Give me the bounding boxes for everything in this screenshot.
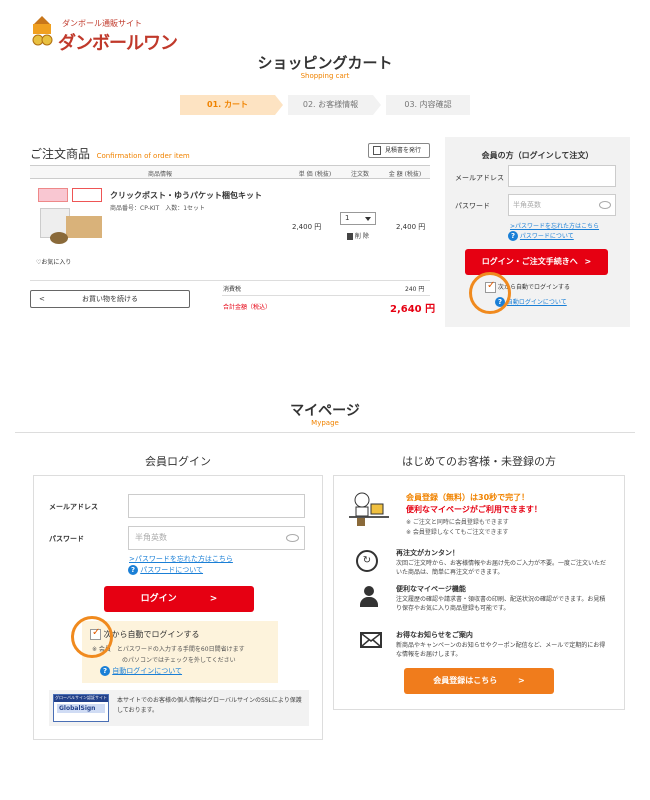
chevron-right-icon: > xyxy=(209,594,218,604)
email-label: メールアドレス xyxy=(49,503,98,511)
step-arrow-1 xyxy=(275,95,283,115)
password-field[interactable]: 半角英数 xyxy=(128,526,305,550)
password-label: パスワード xyxy=(455,202,490,210)
register-button[interactable]: 会員登録はこちら > xyxy=(404,668,554,694)
favorite-button[interactable]: ♡お気に入り xyxy=(36,257,71,266)
register-panel: 会員登録（無料）は30秒で完了！ 便利なマイページがご利用できます！ ※ ご注文… xyxy=(333,475,625,710)
globalsign-logo-text: GlobalSign xyxy=(57,704,105,713)
cart-title: ショッピングカート xyxy=(257,54,393,72)
mail-icon xyxy=(360,632,382,648)
total-value: 2,640 円 xyxy=(390,304,436,315)
eye-icon[interactable] xyxy=(286,534,299,542)
header-qty: 注文数 xyxy=(350,171,369,178)
question-icon: ? xyxy=(508,231,518,241)
chevron-right-icon: > xyxy=(518,676,525,685)
login-checkout-button[interactable]: ログイン・ご注文手続きへ > xyxy=(465,249,608,275)
globalsign-badge-title: グローバルサイン認証サイト xyxy=(54,695,108,702)
tax-value: 240 円 xyxy=(405,286,425,293)
register-headline-2: 便利なマイページがご利用できます！ xyxy=(406,505,542,514)
header-unit-price: 単 価 (税抜) xyxy=(298,171,332,178)
mypage-subtitle: Mypage xyxy=(311,419,339,427)
item-amount: 2,400 円 xyxy=(396,223,426,231)
chevron-right-icon: > xyxy=(584,257,592,266)
globalsign-badge[interactable]: グローバルサイン認証サイト GlobalSign xyxy=(53,694,109,722)
mypage-title: マイページ xyxy=(290,403,360,419)
forgot-password-link[interactable]: >パスワードを忘れた方はこちら xyxy=(510,221,599,230)
reorder-icon: ↻ xyxy=(356,550,378,572)
feature-3-text: 新商品やキャンペーンのお知らせやクーポン配信など、メールで定期的にお得な情報をお… xyxy=(396,642,606,658)
password-field[interactable]: 半角英数 xyxy=(508,194,616,216)
member-login-panel: メールアドレス パスワード 半角英数 >パスワードを忘れた方はこちら ? パスワ… xyxy=(33,475,323,740)
header-amount: 金 額 (税抜) xyxy=(388,171,422,178)
email-field[interactable] xyxy=(508,165,616,187)
register-bullet-1: ※ ご注文と同時に会員登録もできます xyxy=(406,519,509,526)
feature-1-title: 再注文がカンタン！ xyxy=(396,549,459,557)
cart-item-row: クリックポスト・ゆうパケット梱包キット 商品番号：CP-KIT 入数：1セット … xyxy=(30,180,430,270)
auto-login-note-2: のパソコンではチェックを外してください xyxy=(122,657,236,664)
password-help-link[interactable]: ? パスワードについて xyxy=(508,231,574,241)
logo-name: ダンボールワン xyxy=(58,33,178,54)
quantity-select[interactable]: 1 xyxy=(340,212,376,225)
feature-1-text: 次回ご注文時から、お客様情報やお届け先のご入力が不要。一度ご注文いただいた商品は… xyxy=(396,560,607,576)
cart-login-panel: 会員の方（ログインして注文） メールアドレス パスワード 半角英数 >パスワード… xyxy=(445,137,630,327)
continue-shopping-button[interactable]: < お買い物を続ける xyxy=(30,290,190,308)
eye-icon[interactable] xyxy=(599,201,611,209)
logo-tagline: ダンボール通販サイト xyxy=(62,19,142,28)
ssl-notice: グローバルサイン認証サイト GlobalSign 本サイトでのお客様の個人情報は… xyxy=(49,690,309,726)
feature-2-text: 注文履歴の確認や請求書・領収書の印刷、配送状況の確認ができます。お見積り保存やお… xyxy=(396,596,606,612)
total-label: 合計金額（税込） xyxy=(223,304,272,311)
site-logo[interactable]: ダンボール通販サイト ダンボールワン xyxy=(30,12,190,54)
password-label: パスワード xyxy=(49,535,84,543)
step-cart: 01. カート xyxy=(180,95,275,115)
logo-icon xyxy=(30,16,54,46)
step-indicator: 01. カート 02. お客様情報 03. 内容確認 xyxy=(180,95,470,115)
forgot-password-link[interactable]: >パスワードを忘れた方はこちら xyxy=(129,554,233,564)
cart-login-title: 会員の方（ログインして注文） xyxy=(481,151,594,160)
login-button[interactable]: ログイン > xyxy=(104,586,254,612)
feature-2-title: 便利なマイページ機能 xyxy=(396,585,466,593)
auto-login-note-1: ※ 会員 とパスワードの入力する手間を60日間省けます xyxy=(92,646,245,653)
dropdown-arrow-icon xyxy=(365,217,371,221)
tax-label: 消費税 xyxy=(223,286,242,293)
member-login-title: 会員ログイン xyxy=(145,455,211,468)
feature-3-title: お得なお知らせをご案内 xyxy=(396,631,473,639)
email-label: メールアドレス xyxy=(455,174,504,182)
register-headline-1: 会員登録（無料）は30秒で完了！ xyxy=(406,493,530,502)
email-field[interactable] xyxy=(128,494,305,518)
order-section-title: ご注文商品 Confirmation of order item xyxy=(30,147,190,161)
cart-subtitle: Shopping cart xyxy=(300,72,350,80)
document-icon xyxy=(373,146,381,155)
password-help-link[interactable]: ? パスワードについて xyxy=(128,565,203,575)
dog-mascot-icon xyxy=(349,490,389,528)
chevron-left-icon: < xyxy=(39,295,45,303)
step-customer-info: 02. お客様情報 xyxy=(288,95,373,115)
auto-login-help-link[interactable]: ? 自動ログインについて xyxy=(100,666,182,676)
delete-button[interactable]: 削 除 xyxy=(347,231,369,240)
highlight-circle xyxy=(469,272,511,314)
trash-icon xyxy=(347,233,353,240)
highlight-circle xyxy=(71,616,113,658)
product-name[interactable]: クリックポスト・ゆうパケット梱包キット xyxy=(110,190,262,201)
product-code: 商品番号：CP-KIT 入数：1セット xyxy=(110,205,206,212)
product-image[interactable] xyxy=(38,188,104,248)
user-icon xyxy=(360,586,378,608)
ssl-text: 本サイトでのお客様の個人情報はグローバルサインのSSLにより保護しております。 xyxy=(117,697,302,714)
unit-price: 2,400 円 xyxy=(292,223,322,231)
register-title: はじめてのお客様・未登録の方 xyxy=(402,455,556,468)
register-bullet-2: ※ 会員登録しなくてもご注文できます xyxy=(406,529,509,536)
step-arrow-2 xyxy=(373,95,381,115)
estimate-button[interactable]: 見積書を発行 xyxy=(368,143,430,158)
step-confirm: 03. 内容確認 xyxy=(386,95,470,115)
header-product: 商品情報 xyxy=(147,171,172,178)
question-icon: ? xyxy=(128,565,138,575)
question-icon: ? xyxy=(100,666,110,676)
cart-table-header: 商品情報 単 価 (税抜) 注文数 金 額 (税抜) xyxy=(30,165,430,179)
